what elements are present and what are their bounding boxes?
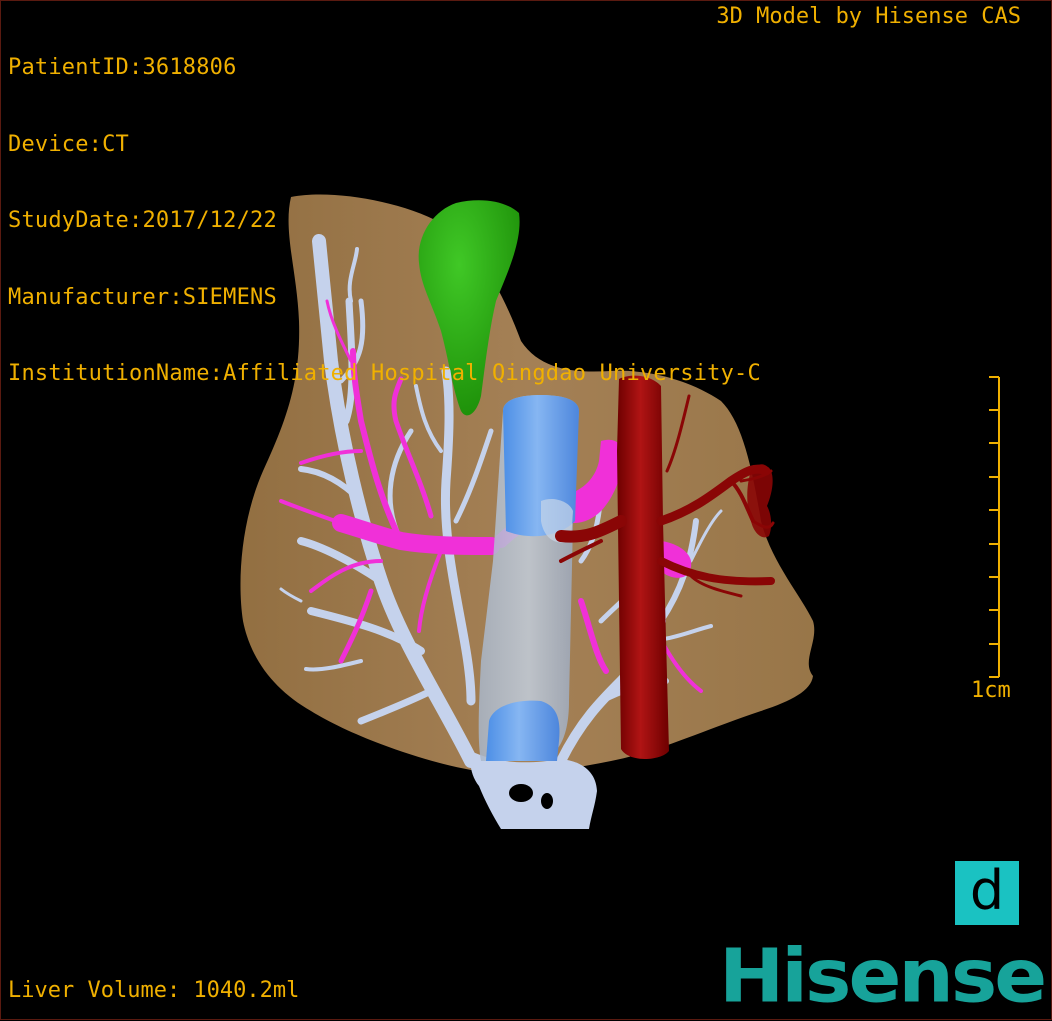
patient-info-overlay: PatientID:3618806 Device:CT StudyDate:20…: [8, 4, 761, 438]
patient-id-text: PatientID:3618806: [8, 55, 237, 80]
hisense-logo: Hisense: [719, 934, 1047, 1020]
3d-viewport[interactable]: PatientID:3618806 Device:CT StudyDate:20…: [0, 0, 1052, 1020]
scale-bar: [989, 376, 1000, 678]
liver-volume-text: Liver Volume: 1040.2ml: [8, 978, 300, 1003]
device-text: Device:CT: [8, 131, 130, 157]
institution-text: InstitutionName:Affiliated Hospital Qing…: [8, 361, 761, 386]
model-credit-text: 3D Model by Hisense CAS: [716, 4, 1021, 29]
view-orientation-button[interactable]: d: [955, 861, 1019, 925]
scale-label: 1cm: [971, 678, 1011, 703]
study-date-text: StudyDate:2017/12/22: [8, 208, 277, 233]
manufacturer-text: Manufacturer:SIEMENS: [8, 284, 277, 310]
